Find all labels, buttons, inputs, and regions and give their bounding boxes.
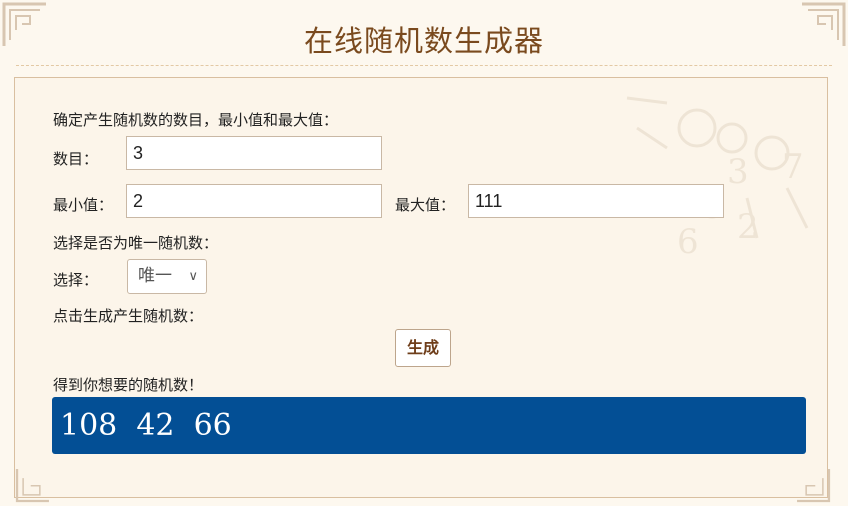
corner-ornament-icon bbox=[15, 469, 49, 503]
intro-label: 确定产生随机数的数目，最小值和最大值： bbox=[53, 111, 339, 129]
svg-text:2: 2 bbox=[737, 207, 759, 247]
result-prompt: 得到你想要的随机数！ bbox=[53, 376, 204, 394]
count-label: 数目： bbox=[53, 150, 99, 168]
unique-select-value: 唯一 bbox=[138, 266, 172, 286]
max-input[interactable]: 111 bbox=[468, 184, 724, 218]
generator-panel: 3 7 5 2 6 确定产生随机数的数目，最小值和最大值： 数目： 3 最小值：… bbox=[14, 77, 828, 498]
svg-text:3: 3 bbox=[727, 152, 749, 192]
min-input[interactable]: 2 bbox=[126, 184, 382, 218]
decorative-numbers-icon: 3 7 5 2 6 bbox=[626, 96, 809, 262]
svg-text:7: 7 bbox=[782, 147, 804, 187]
title-divider bbox=[16, 65, 832, 66]
max-label: 最大值： bbox=[395, 196, 456, 214]
min-label: 最小值： bbox=[53, 196, 114, 214]
unique-prompt: 选择是否为唯一随机数： bbox=[53, 234, 219, 252]
result-display: 108 42 66 bbox=[52, 397, 806, 454]
count-input[interactable]: 3 bbox=[126, 136, 382, 170]
generate-button[interactable]: 生成 bbox=[395, 329, 451, 367]
svg-text:6: 6 bbox=[677, 222, 699, 262]
chevron-down-icon: ∨ bbox=[188, 269, 198, 284]
select-label: 选择： bbox=[53, 271, 99, 289]
page-title: 在线随机数生成器 bbox=[303, 24, 544, 58]
unique-select[interactable]: 唯一 ∨ bbox=[127, 259, 207, 294]
corner-ornament-icon bbox=[797, 469, 831, 503]
generate-prompt: 点击生成产生随机数： bbox=[53, 307, 204, 325]
